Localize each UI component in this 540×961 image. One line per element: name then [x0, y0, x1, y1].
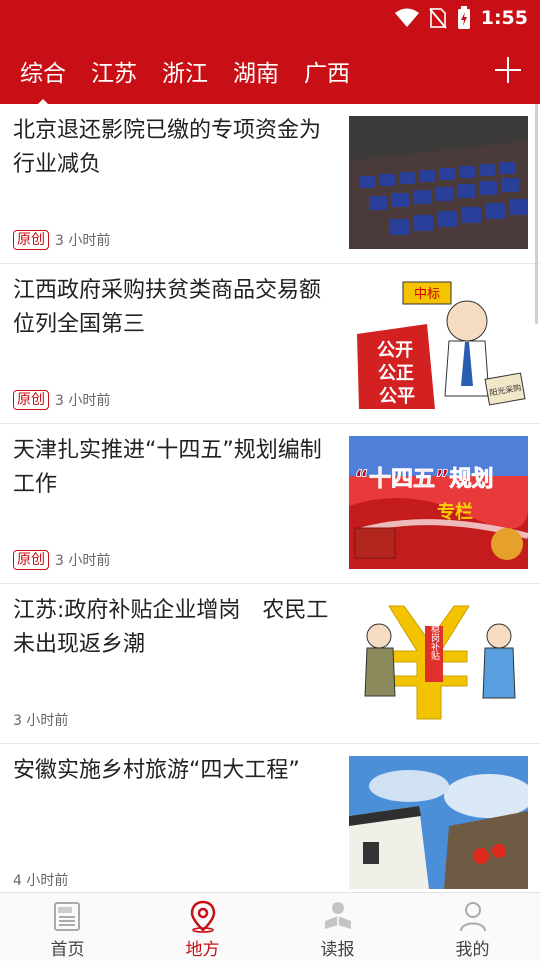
banner-sub: 专栏: [437, 501, 473, 523]
tab-jiangsu[interactable]: 江苏: [91, 54, 137, 88]
article-meta: 原创 3 小时前: [13, 390, 110, 410]
person-icon: [459, 902, 486, 932]
subsidy-cartoon-image: 稳岗补贴: [349, 596, 528, 729]
tab-guangxi[interactable]: 广西: [304, 54, 350, 88]
original-badge: 原创: [13, 230, 49, 250]
article-meta: 原创 3 小时前: [13, 550, 110, 570]
article-time: 3 小时前: [13, 713, 69, 729]
article-time: 4 小时前: [13, 873, 69, 889]
article-meta: 4 小时前: [13, 870, 68, 890]
article-item[interactable]: 安徽实施乡村旅游“四大工程” 4 小时前: [0, 744, 540, 892]
board-text: 公正: [378, 363, 414, 384]
anhui-village-image: [349, 756, 528, 889]
bottom-navigation: 首页 地方 读报 我的: [0, 892, 540, 961]
nav-reader[interactable]: 读报: [270, 893, 405, 961]
article-time: 3 小时前: [55, 393, 111, 409]
article-item[interactable]: 天津扎实推进“十四五”规划编制工作 原创 3 小时前 “十四五”规划 专栏: [0, 424, 540, 584]
tab-zhejiang[interactable]: 浙江: [162, 54, 208, 88]
newspaper-icon: [53, 902, 80, 931]
scrollbar[interactable]: [535, 104, 538, 324]
board-text: 公平: [379, 386, 415, 407]
cinema-seats-image: [349, 116, 528, 249]
nav-local[interactable]: 地方: [135, 893, 270, 961]
add-channel-icon[interactable]: [494, 56, 522, 84]
article-time: 3 小时前: [55, 233, 111, 249]
original-badge: 原创: [13, 390, 49, 410]
article-item[interactable]: 江西政府采购扶贫类商品交易额位列全国第三 原创 3 小时前 中标 公开 公正 公…: [0, 264, 540, 424]
procurement-cartoon-image: 中标 公开 公正 公平 阳光采购: [349, 276, 528, 409]
location-pin-icon: [190, 900, 215, 933]
nav-label: 首页: [50, 940, 85, 960]
article-item[interactable]: 江苏:政府补贴企业增岗 农民工未出现返乡潮 3 小时前 稳岗补贴: [0, 584, 540, 744]
article-title: 天津扎实推进“十四五”规划编制工作: [13, 438, 322, 497]
banner-headline: “十四五”规划: [355, 467, 494, 492]
reader-icon: [324, 902, 351, 929]
article-title: 江苏:政府补贴企业增岗 农民工未出现返乡潮: [13, 598, 329, 657]
app-header: 1:55 综合 江苏 浙江 湖南 广西: [0, 0, 540, 106]
status-bar: 1:55: [0, 0, 540, 36]
original-badge: 原创: [13, 550, 49, 570]
article-title: 江西政府采购扶贫类商品交易额位列全国第三: [13, 278, 322, 337]
no-sim-icon: [428, 8, 447, 29]
article-list: 北京退还影院已缴的专项资金为行业减负 原创 3 小时前 江西政府采购扶贫类商品交…: [0, 104, 540, 892]
five-year-plan-banner-image: “十四五”规划 专栏: [349, 436, 528, 569]
region-tabs: 综合 江苏 浙江 湖南 广西: [20, 54, 350, 106]
battery-charging-icon: [457, 6, 470, 29]
status-time: 1:55: [480, 7, 528, 29]
article-meta: 3 小时前: [13, 710, 68, 730]
nav-label: 读报: [320, 940, 355, 960]
sign-text: 中标: [414, 287, 440, 302]
tab-zonghe[interactable]: 综合: [20, 54, 66, 106]
wifi-icon: [394, 8, 419, 27]
nav-me[interactable]: 我的: [405, 893, 540, 961]
nav-home[interactable]: 首页: [0, 893, 135, 961]
article-time: 3 小时前: [55, 553, 111, 569]
status-icons: 1:55: [394, 6, 528, 30]
article-item[interactable]: 北京退还影院已缴的专项资金为行业减负 原创 3 小时前: [0, 104, 540, 264]
tab-hunan[interactable]: 湖南: [233, 54, 279, 88]
article-title: 北京退还影院已缴的专项资金为行业减负: [13, 118, 322, 177]
subsidy-label: 稳岗补贴: [429, 623, 440, 661]
board-text: 公开: [377, 340, 413, 361]
article-meta: 原创 3 小时前: [13, 230, 110, 250]
article-title: 安徽实施乡村旅游“四大工程”: [13, 758, 300, 783]
nav-label: 我的: [455, 940, 490, 960]
nav-label: 地方: [185, 940, 220, 960]
